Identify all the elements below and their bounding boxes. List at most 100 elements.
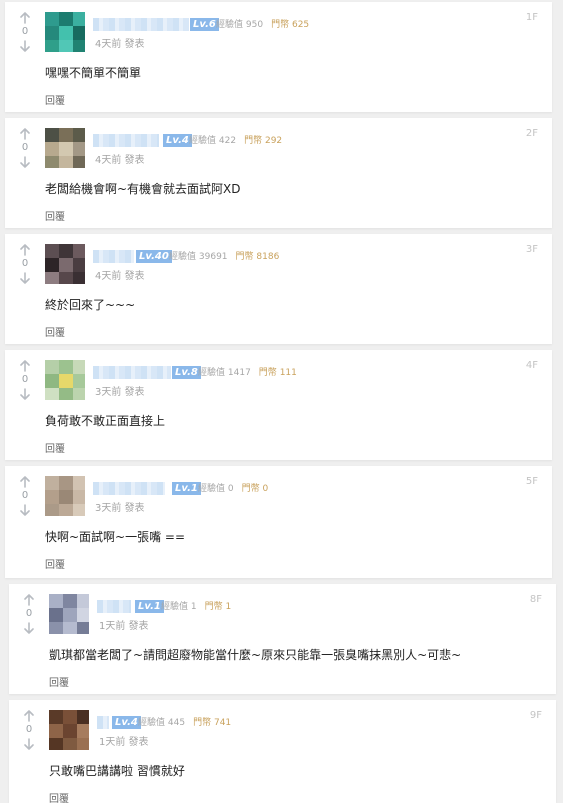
comment-card: 0 Lv.1 經驗值 1 門幣 1 1天前 發表 8F 凱琪都當老闆了~請問超廢物能當什麼~…: [9, 584, 556, 694]
floor-number: 3F: [525, 244, 538, 255]
downvote-arrow-icon[interactable]: [21, 738, 37, 750]
reply-button[interactable]: 回覆: [49, 674, 69, 689]
coins-value: 1: [225, 602, 232, 612]
username-blurred[interactable]: [93, 366, 171, 379]
upvote-arrow-icon[interactable]: [17, 360, 33, 372]
avatar-pixel: [77, 594, 89, 608]
avatar[interactable]: [45, 12, 85, 52]
avatar-pixel: [73, 388, 85, 400]
avatar-pixel: [45, 156, 59, 168]
reply-button[interactable]: 回覆: [45, 440, 65, 455]
avatar-pixel: [77, 738, 89, 750]
avatar-pixel: [59, 244, 73, 258]
avatar[interactable]: [49, 710, 89, 750]
avatar-pixel: [45, 26, 59, 40]
post-time: 4天前 發表: [95, 155, 145, 166]
avatar-pixel: [45, 12, 59, 26]
reply-button[interactable]: 回覆: [49, 790, 69, 803]
username-blurred[interactable]: [93, 18, 189, 31]
level-badge: Lv.1: [135, 600, 164, 613]
comment-text: 終於回來了~~~: [45, 298, 136, 312]
avatar-pixel: [45, 374, 59, 388]
post-time: 3天前 發表: [95, 387, 145, 398]
vote-control: 0: [17, 128, 33, 168]
floor-number: 2F: [525, 128, 538, 139]
downvote-arrow-icon[interactable]: [17, 272, 33, 284]
level-badge: Lv.8: [172, 366, 201, 379]
vote-control: 0: [17, 244, 33, 284]
coins-value: 625: [291, 20, 310, 30]
username-blurred[interactable]: [93, 482, 165, 495]
avatar-pixel: [73, 12, 85, 26]
user-stats: 經驗值 1 門幣 1: [161, 601, 231, 613]
downvote-arrow-icon[interactable]: [17, 388, 33, 400]
coins-label: 門幣: [193, 718, 212, 728]
reply-button[interactable]: 回覆: [45, 92, 65, 107]
downvote-arrow-icon[interactable]: [17, 504, 33, 516]
comment-card: 0 Lv.4 經驗值 422 門幣 292 4天前 發表 2F 老闆給機會啊~有機會就去面試…: [5, 118, 552, 228]
avatar[interactable]: [45, 128, 85, 168]
level-badge: Lv.4: [112, 716, 141, 729]
username-blurred[interactable]: [93, 250, 134, 263]
avatar-pixel: [63, 738, 77, 750]
avatar-pixel: [45, 272, 59, 284]
avatar-pixel: [49, 594, 63, 608]
floor-number: 4F: [525, 360, 538, 371]
coins-label: 門幣: [244, 136, 263, 146]
avatar-pixel: [49, 622, 63, 634]
avatar-pixel: [73, 26, 85, 40]
downvote-arrow-icon[interactable]: [21, 622, 37, 634]
avatar-pixel: [59, 490, 73, 504]
level-badge: Lv.6: [190, 18, 219, 31]
vote-control: 0: [17, 360, 33, 400]
vote-count: 0: [21, 142, 29, 153]
username-blurred[interactable]: [93, 134, 159, 147]
coins-value: 8186: [256, 252, 280, 262]
comment-card: 0 Lv.4 經驗值 445 門幣 741 1天前 發表 9F 只敢嘴巴講講啦 習慣就好 回覆: [9, 700, 556, 803]
username-blurred[interactable]: [97, 600, 131, 613]
upvote-arrow-icon[interactable]: [21, 710, 37, 722]
reply-button[interactable]: 回覆: [45, 208, 65, 223]
floor-number: 9F: [529, 710, 542, 721]
username-blurred[interactable]: [97, 716, 109, 729]
avatar[interactable]: [49, 594, 89, 634]
avatar-pixel: [59, 258, 73, 272]
avatar-pixel: [45, 244, 59, 258]
upvote-arrow-icon[interactable]: [17, 244, 33, 256]
avatar-pixel: [73, 128, 85, 142]
exp-label: 經驗值: [161, 602, 189, 612]
upvote-arrow-icon[interactable]: [21, 594, 37, 606]
upvote-arrow-icon[interactable]: [17, 476, 33, 488]
post-time: 4天前 發表: [95, 271, 145, 282]
upvote-arrow-icon[interactable]: [17, 12, 33, 24]
avatar-pixel: [73, 272, 85, 284]
user-stats: 經驗值 39691 門幣 8186: [169, 251, 279, 263]
avatar-pixel: [59, 476, 73, 490]
vote-count: 0: [21, 490, 29, 501]
downvote-arrow-icon[interactable]: [17, 40, 33, 52]
avatar-pixel: [45, 258, 59, 272]
comment-card: 0 Lv.40 經驗值 39691 門幣 8186 4天前 發表 3F 終於回來了~~~ 回覆: [5, 234, 552, 344]
upvote-arrow-icon[interactable]: [17, 128, 33, 140]
reply-button[interactable]: 回覆: [45, 556, 65, 571]
exp-value: 1417: [227, 368, 251, 378]
post-time: 1天前 發表: [99, 621, 149, 632]
vote-count: 0: [21, 26, 29, 37]
reply-button[interactable]: 回覆: [45, 324, 65, 339]
avatar-pixel: [73, 490, 85, 504]
level-badge: Lv.40: [136, 250, 172, 263]
avatar-pixel: [77, 710, 89, 724]
avatar-pixel: [77, 608, 89, 622]
avatar-pixel: [49, 738, 63, 750]
avatar[interactable]: [45, 476, 85, 516]
comment-text: 老闆給機會啊~有機會就去面試阿XD: [45, 182, 241, 196]
avatar[interactable]: [45, 360, 85, 400]
avatar-pixel: [63, 608, 77, 622]
avatar-pixel: [59, 156, 73, 168]
avatar[interactable]: [45, 244, 85, 284]
downvote-arrow-icon[interactable]: [17, 156, 33, 168]
coins-value: 0: [262, 484, 269, 494]
user-stats: 經驗值 422 門幣 292: [189, 135, 282, 147]
level-badge: Lv.1: [172, 482, 201, 495]
avatar-pixel: [73, 258, 85, 272]
